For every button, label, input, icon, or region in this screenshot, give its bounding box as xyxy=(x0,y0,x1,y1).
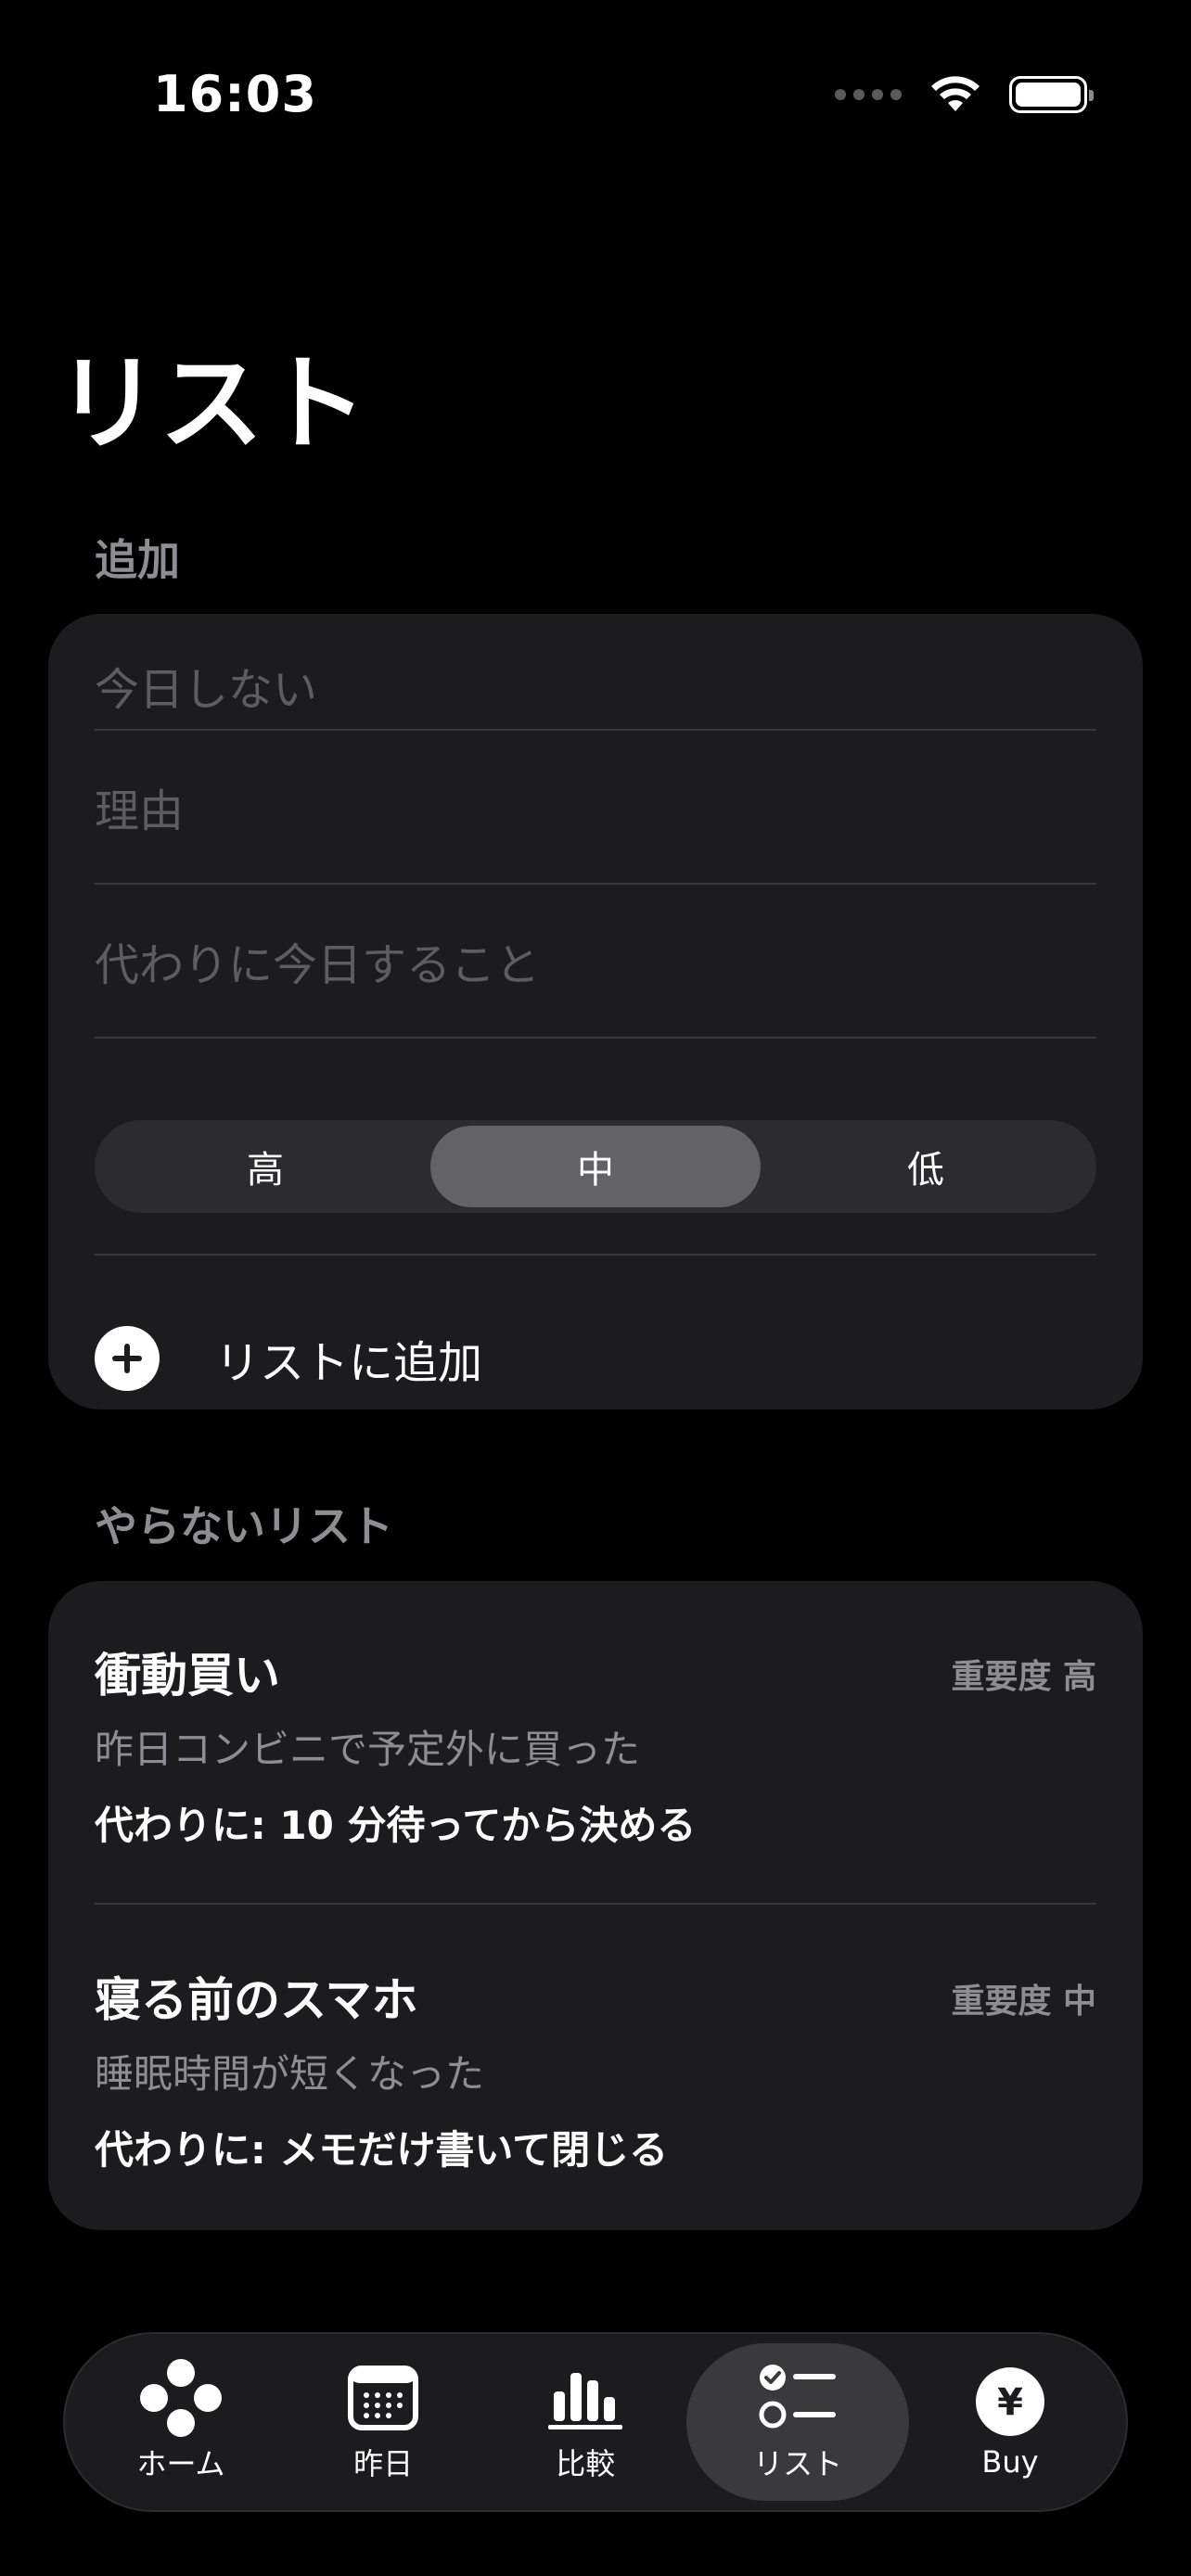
item-alternative: 代わりに: 10 分待ってから決める xyxy=(95,1803,697,1848)
tab-home[interactable]: ホーム xyxy=(80,2343,282,2501)
tab-label: Buy xyxy=(981,2444,1039,2480)
item-title: 寝る前のスマホ xyxy=(95,1973,418,2027)
item-reason: 昨日コンビニで予定外に買った xyxy=(95,1727,641,1772)
home-dots-icon xyxy=(139,2359,223,2437)
calendar-icon xyxy=(341,2361,425,2435)
alternative-input[interactable]: 代わりに今日すること xyxy=(95,885,1096,1039)
tab-yesterday[interactable]: 昨日 xyxy=(282,2343,484,2501)
priority-badge: 重要度 高 xyxy=(951,1658,1096,1696)
dont-do-input[interactable]: 今日しない xyxy=(95,642,1096,731)
dont-do-list-card: 衝動買い 重要度 高 昨日コンビニで予定外に買った 代わりに: 10 分待ってか… xyxy=(48,1581,1143,2230)
priority-badge: 重要度 中 xyxy=(951,1983,1096,2021)
bar-chart-icon xyxy=(544,2361,627,2435)
tab-list[interactable]: リスト xyxy=(686,2343,909,2501)
status-indicators xyxy=(835,74,1094,115)
add-to-list-label: リストに追加 xyxy=(215,1337,483,1389)
tab-buy[interactable]: ¥ Buy xyxy=(909,2343,1111,2501)
yen-icon: ¥ xyxy=(968,2365,1052,2439)
reason-input[interactable]: 理由 xyxy=(95,731,1096,885)
item-reason: 睡眠時間が短くなった xyxy=(95,2051,485,2097)
priority-option-medium[interactable]: 中 xyxy=(430,1126,761,1207)
add-form-card: 今日しない 理由 代わりに今日すること 高 中 低 リストに追加 xyxy=(48,614,1143,1409)
priority-option-low[interactable]: 低 xyxy=(761,1126,1091,1207)
battery-icon xyxy=(1009,76,1094,113)
dont-do-list-header: やらないリスト xyxy=(95,1501,393,1551)
tab-bar: ホーム 昨日 比較 リスト ¥ Buy xyxy=(63,2332,1128,2512)
add-section-header: 追加 xyxy=(95,535,180,585)
add-to-list-button[interactable]: リストに追加 xyxy=(95,1298,482,1419)
priority-option-high[interactable]: 高 xyxy=(100,1126,430,1207)
cellular-signal-icon xyxy=(835,89,902,100)
page-title: リスト xyxy=(56,344,367,465)
plus-circle-icon xyxy=(95,1326,160,1391)
item-alternative: 代わりに: メモだけ書いて閉じる xyxy=(95,2127,669,2173)
tab-label: 比較 xyxy=(556,2446,616,2481)
list-item[interactable]: 寝る前のスマホ 重要度 中 睡眠時間が短くなった 代わりに: メモだけ書いて閉じ… xyxy=(95,1963,1096,2186)
form-divider xyxy=(95,1254,1096,1256)
wifi-icon xyxy=(931,76,980,111)
list-item[interactable]: 衝動買い 重要度 高 昨日コンビニで予定外に買った 代わりに: 10 分待ってか… xyxy=(95,1639,1096,1861)
tab-compare[interactable]: 比較 xyxy=(484,2343,686,2501)
tab-label: 昨日 xyxy=(353,2446,414,2481)
status-time: 16:03 xyxy=(153,65,317,123)
list-divider xyxy=(95,1903,1096,1905)
list-screen: 16:03 リスト 追加 今日しない 理由 代わりに今日すること 高 中 低 リ… xyxy=(0,0,1191,2576)
svg-text:¥: ¥ xyxy=(997,2381,1023,2424)
tab-label: リスト xyxy=(753,2446,843,2481)
checklist-icon xyxy=(756,2361,839,2435)
priority-segmented-control: 高 中 低 xyxy=(95,1120,1096,1213)
tab-label: ホーム xyxy=(136,2446,225,2481)
item-title: 衝動買い xyxy=(95,1649,280,1702)
